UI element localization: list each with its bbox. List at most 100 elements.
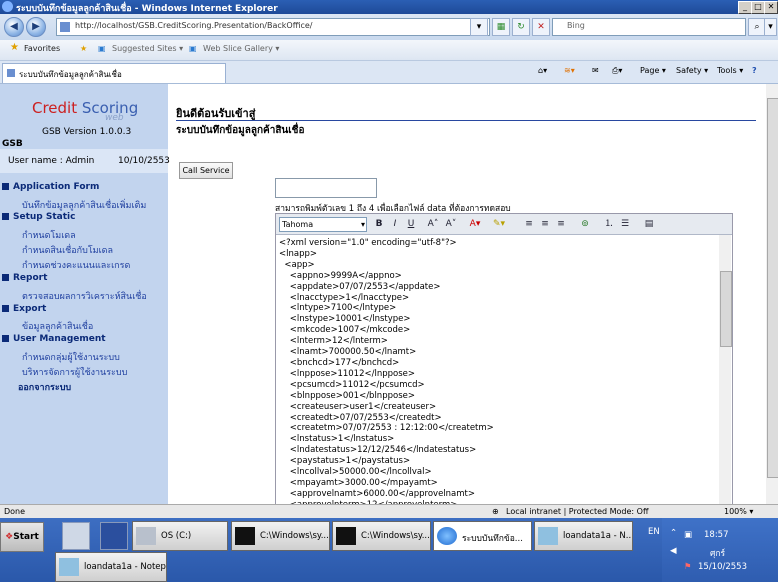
flag-icon[interactable]: ⚑ [684, 562, 692, 572]
task-cmd-2[interactable]: C:\Windows\sy... [332, 521, 431, 551]
suggested-sites-link[interactable]: Suggested Sites ▾ [112, 44, 183, 53]
window-title: ระบบบันทึกข้อมูลลูกค้าสินเชื่อ - Windows… [16, 4, 278, 14]
search-input[interactable]: Bing [552, 18, 746, 36]
chevron-down-icon: ▾ [360, 220, 365, 229]
task-notepad-1[interactable]: loandata1a - N... [534, 521, 633, 551]
editor-scroll-thumb[interactable] [720, 271, 732, 347]
link-add-customer-data[interactable]: บันทึกข้อมูลลูกค้าสินเชื่อเพิ่มเติม [22, 198, 146, 212]
tab-active[interactable]: ระบบบันทึกข้อมูลลูกค้าสินเชื่อ [2, 63, 226, 83]
volume-icon[interactable]: ◀ [670, 546, 677, 556]
system-tray: EN ⌃ ▣ ◀ ⚑ 18:57 ศุกร์ 15/10/2553 [648, 518, 778, 582]
html-mode-icon[interactable]: ▤ [642, 217, 656, 231]
xml-line: <lnacctype>1</lnacctype> [279, 292, 410, 303]
tray-expand-icon[interactable]: ⌃ [670, 528, 677, 538]
refresh-icon[interactable]: ↻ [512, 18, 530, 36]
task-os-drive[interactable]: OS (C:) [132, 521, 228, 551]
italic-icon[interactable]: I [388, 217, 402, 231]
xml-line: <lnstatus>1</lnstatus> [279, 434, 395, 445]
stop-icon[interactable]: ✕ [532, 18, 550, 36]
web-slice-gallery-link[interactable]: Web Slice Gallery ▾ [203, 44, 279, 53]
align-left-icon[interactable]: ≡ [522, 217, 536, 231]
font-color-icon[interactable]: A▾ [468, 217, 482, 231]
tools-menu[interactable]: Tools ▾ [717, 66, 743, 75]
link-define-model[interactable]: กำหนดโมเดล [22, 228, 76, 242]
help-icon[interactable]: ? [752, 66, 757, 75]
task-ie[interactable]: ระบบบันทึกข้อ... [433, 521, 532, 551]
xml-line: <lnstype>10001</lnstype> [279, 314, 411, 325]
compat-view-icon[interactable]: ▦ [492, 18, 510, 36]
editor-toolbar: Tahoma ▾ B I U A˄ A˅ A▾ ✎▾ ≡ ≡ ≡ ⊚ ⒈ ☰ ▤ [276, 214, 732, 235]
feeds-icon[interactable]: ≋▾ [564, 66, 575, 75]
ordered-list-icon[interactable]: ⒈ [602, 217, 616, 231]
section-setup-static: Setup Static [2, 212, 75, 222]
page-scrollbar[interactable] [766, 84, 778, 504]
link-export-customer[interactable]: ข้อมูลลูกค้าสินเชื่อ [22, 319, 93, 333]
logout-link[interactable]: ออกจากระบบ [18, 380, 71, 394]
xml-line: <lnapp> [279, 248, 317, 259]
xml-line: <lndatestatus>12/12/2546</lndatestatus> [279, 445, 477, 456]
show-desktop-icon[interactable] [62, 522, 90, 550]
address-toolbar: ◀ ▶ http://localhost/GSB.CreditScoring.P… [0, 14, 778, 40]
maximize-button[interactable]: □ [751, 1, 765, 14]
add-favorites-icon[interactable]: ★ [80, 44, 87, 53]
print-icon[interactable]: ⎙▾ [612, 66, 622, 76]
highlight-icon[interactable]: ✎▾ [492, 217, 506, 231]
clock-day: ศุกร์ [710, 549, 726, 559]
editor-scrollbar[interactable] [719, 235, 732, 504]
clock-date: 15/10/2553 [698, 562, 747, 572]
security-zone: Local intranet | Protected Mode: Off [506, 507, 649, 516]
font-size-up-icon[interactable]: A˄ [426, 217, 440, 231]
search-options-icon[interactable]: ▾ [764, 18, 777, 36]
address-bar[interactable]: http://localhost/GSB.CreditScoring.Prese… [56, 18, 490, 36]
xml-line: <createtm>07/07/2553 : 12:12:00</createt… [279, 423, 494, 434]
ie-icon [437, 527, 457, 545]
page-menu[interactable]: Page ▾ [640, 66, 666, 75]
link-score-grade[interactable]: กำหนดช่วงคะแนนและเกรด [22, 258, 130, 272]
network-icon[interactable]: ▣ [684, 530, 692, 540]
font-select[interactable]: Tahoma ▾ [279, 217, 367, 232]
link-loan-model[interactable]: กำหนดสินเชื่อกับโมเดล [22, 243, 113, 257]
notepad-icon [538, 527, 558, 545]
xml-content[interactable]: <?xml version="1.0" encoding="utf-8"?> <l… [279, 238, 719, 504]
link-manage-users[interactable]: บริหารจัดการผู้ใช้งานระบบ [22, 365, 127, 379]
mail-icon[interactable]: ✉ [592, 66, 599, 75]
app-version: GSB Version 1.0.0.3 [42, 127, 132, 137]
dropdown-icon[interactable]: ▾ [470, 18, 488, 36]
task-cmd-1[interactable]: C:\Windows\sy... [231, 521, 330, 551]
xml-line: <createuser>user1</createuser> [279, 401, 437, 412]
data-file-input[interactable] [275, 178, 377, 198]
align-center-icon[interactable]: ≡ [538, 217, 552, 231]
page-scroll-thumb[interactable] [767, 98, 778, 478]
start-button[interactable]: ❖Start [0, 522, 44, 552]
drive-icon [136, 527, 156, 545]
link-check-analysis[interactable]: ตรวจสอบผลการวิเคราะห์สินเชื่อ [22, 289, 147, 303]
bullet-icon [2, 274, 9, 281]
link-user-groups[interactable]: กำหนดกลุ่มผู้ใช้งานระบบ [22, 350, 120, 364]
xml-line: <lncollval>50000.00</lncollval> [279, 467, 432, 478]
align-right-icon[interactable]: ≡ [554, 217, 568, 231]
web-slice-icon: ▣ [189, 44, 197, 53]
call-service-button[interactable]: Call Service [179, 162, 233, 179]
insert-link-icon[interactable]: ⊚ [578, 217, 592, 231]
task-notepad-2[interactable]: loandata1a - Notepad [55, 552, 167, 582]
language-indicator[interactable]: EN [648, 527, 660, 537]
unordered-list-icon[interactable]: ☰ [618, 217, 632, 231]
underline-icon[interactable]: U [404, 217, 418, 231]
xml-line: <app> [279, 259, 315, 270]
forward-button[interactable]: ▶ [26, 17, 46, 37]
favorites-star-icon[interactable]: ★ [10, 42, 19, 53]
home-icon[interactable]: ⌂▾ [538, 66, 547, 75]
zoom-level[interactable]: 100% ▾ [724, 507, 753, 516]
powershell-icon[interactable] [100, 522, 128, 550]
close-button[interactable]: ✕ [764, 1, 778, 14]
minimize-button[interactable]: _ [738, 1, 752, 14]
user-name: User name : Admin [8, 156, 95, 166]
back-button[interactable]: ◀ [4, 17, 24, 37]
font-size-down-icon[interactable]: A˅ [444, 217, 458, 231]
favorites-button[interactable]: Favorites [24, 44, 60, 53]
bold-icon[interactable]: B [372, 217, 386, 231]
bullet-icon [2, 213, 9, 220]
window-title-bar: ระบบบันทึกข้อมูลลูกค้าสินเชื่อ - Windows… [0, 0, 778, 14]
safety-menu[interactable]: Safety ▾ [676, 66, 708, 75]
xml-editor[interactable]: Tahoma ▾ B I U A˄ A˅ A▾ ✎▾ ≡ ≡ ≡ ⊚ ⒈ ☰ ▤ … [275, 213, 733, 506]
